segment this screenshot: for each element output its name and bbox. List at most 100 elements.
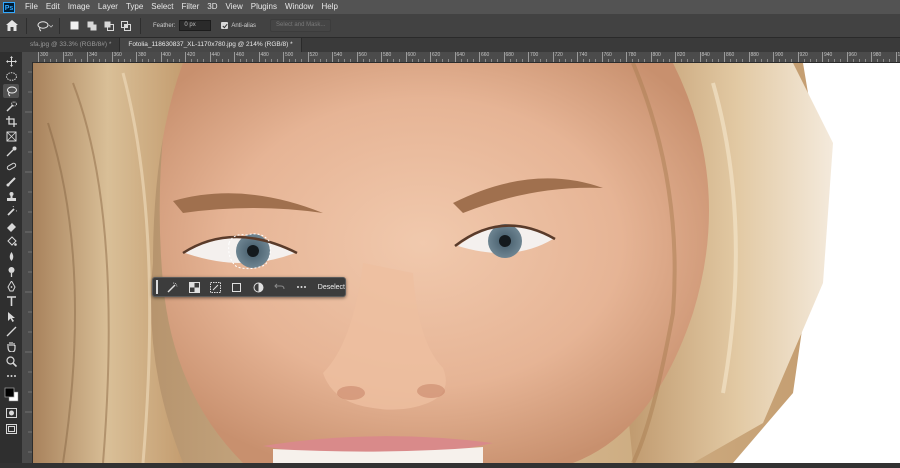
add-to-selection-icon[interactable]: [86, 20, 97, 31]
quick-selection-tool-icon[interactable]: [3, 99, 19, 113]
ruler-minor-tick: [767, 59, 768, 62]
blur-tool-icon[interactable]: [3, 249, 19, 263]
menu-help[interactable]: Help: [317, 0, 341, 14]
menu-type[interactable]: Type: [122, 0, 147, 14]
drag-handle[interactable]: [156, 280, 158, 294]
more-tools-icon[interactable]: [3, 369, 19, 383]
menu-file[interactable]: File: [21, 0, 42, 14]
menu-select[interactable]: Select: [147, 0, 177, 14]
photoshop-logo: Ps: [3, 2, 15, 13]
crop-tool-icon[interactable]: [3, 114, 19, 128]
ruler-minor-tick: [828, 59, 829, 62]
menu-layer[interactable]: Layer: [94, 0, 122, 14]
intersect-selection-icon[interactable]: [120, 20, 131, 31]
clone-stamp-tool-icon[interactable]: [3, 189, 19, 203]
new-selection-icon[interactable]: [69, 20, 80, 31]
pen-tool-icon[interactable]: [3, 279, 19, 293]
menu-filter[interactable]: Filter: [178, 0, 204, 14]
ruler-minor-tick: [289, 59, 290, 62]
ruler-minor-tick: [326, 59, 327, 62]
deselect-button[interactable]: Deselect: [318, 284, 345, 291]
divider: [26, 18, 27, 34]
ruler-tick: [700, 52, 701, 62]
ruler-minor-tick: [816, 59, 817, 62]
ruler-minor-tick: [418, 59, 419, 62]
menu-3d[interactable]: 3D: [203, 0, 221, 14]
ruler-tick-label: 720: [555, 52, 563, 58]
feather-input[interactable]: 0 px: [179, 20, 211, 31]
ruler-minor-tick: [424, 59, 425, 62]
frame-tool-icon[interactable]: [3, 129, 19, 143]
tab-fotolia[interactable]: Fotolia_118630837_XL-1170x780.jpg @ 214%…: [120, 38, 301, 52]
antialias-checkbox[interactable]: [221, 22, 228, 29]
spot-healing-tool-icon[interactable]: [3, 159, 19, 173]
marquee-tool-icon[interactable]: [3, 69, 19, 83]
undo-icon[interactable]: [273, 280, 286, 294]
quick-mask-icon[interactable]: [3, 406, 19, 420]
ruler-tick-label: 860: [726, 52, 734, 58]
contextual-task-bar: Deselect: [152, 277, 346, 297]
ruler-minor-tick: [534, 59, 535, 62]
zoom-tool-icon[interactable]: [3, 354, 19, 368]
history-brush-tool-icon[interactable]: [3, 204, 19, 218]
tab-sfa[interactable]: sfa.jpg @ 33.3% (RGB/8#) *: [22, 38, 120, 52]
fill-adjustment-icon[interactable]: [252, 280, 265, 294]
home-icon[interactable]: [4, 18, 20, 34]
ruler-minor-tick: [222, 59, 223, 62]
ruler-tick-label: 640: [457, 52, 465, 58]
ruler-minor-tick: [736, 59, 737, 62]
transform-selection-icon[interactable]: [230, 280, 243, 294]
invert-selection-icon[interactable]: [209, 280, 222, 294]
eyedropper-tool-icon[interactable]: [3, 144, 19, 158]
type-tool-icon[interactable]: [3, 294, 19, 308]
ruler-tick: [308, 52, 309, 62]
menu-image[interactable]: Image: [64, 0, 94, 14]
menu-plugins[interactable]: Plugins: [247, 0, 281, 14]
menu-window[interactable]: Window: [281, 0, 317, 14]
modify-selection-brush-icon[interactable]: [166, 280, 179, 294]
more-options-icon[interactable]: [294, 280, 307, 294]
dodge-tool-icon[interactable]: [3, 264, 19, 278]
ruler-tick-label: 620: [432, 52, 440, 58]
horizontal-ruler[interactable]: 3003203403603804004204404604805005205405…: [36, 52, 900, 63]
eraser-tool-icon[interactable]: [3, 219, 19, 233]
ruler-tick: [504, 52, 505, 62]
path-selection-tool-icon[interactable]: [3, 309, 19, 323]
ruler-minor-tick: [142, 59, 143, 62]
ruler-tick: [847, 52, 848, 62]
antialias-label: Anti-alias: [231, 23, 256, 29]
menu-edit[interactable]: Edit: [42, 0, 64, 14]
ruler-minor-tick: [693, 59, 694, 62]
ruler-minor-tick: [301, 59, 302, 62]
select-and-mask-button[interactable]: Select and Mask...: [270, 19, 331, 32]
vertical-ruler[interactable]: [22, 62, 33, 463]
ruler-minor-tick: [277, 59, 278, 62]
subtract-from-selection-icon[interactable]: [103, 20, 114, 31]
move-tool-icon[interactable]: [3, 54, 19, 68]
ruler-minor-tick: [399, 59, 400, 62]
screen-mode-icon[interactable]: [3, 422, 19, 436]
toolbar-header: [0, 38, 22, 52]
ruler-tick: [602, 52, 603, 62]
lasso-tool-icon[interactable]: [3, 84, 19, 98]
ruler-tick-label: 520: [310, 52, 318, 58]
paint-bucket-tool-icon[interactable]: [3, 234, 19, 248]
ruler-tick: [724, 52, 725, 62]
ruler-tick: [430, 52, 431, 62]
ruler-minor-tick: [804, 59, 805, 62]
ruler-tick: [675, 52, 676, 62]
select-and-mask-icon[interactable]: [187, 280, 200, 294]
ruler-minor-tick: [295, 59, 296, 62]
menu-view[interactable]: View: [222, 0, 247, 14]
ruler-minor-tick: [491, 59, 492, 62]
lasso-preset-icon[interactable]: [37, 18, 53, 34]
line-tool-icon[interactable]: [3, 324, 19, 338]
ruler-minor-tick: [216, 59, 217, 62]
document-canvas[interactable]: [33, 63, 900, 463]
hand-tool-icon[interactable]: [3, 339, 19, 353]
ruler-tick: [136, 52, 137, 62]
ruler-minor-tick: [883, 59, 884, 62]
color-swatches[interactable]: [3, 384, 21, 404]
ruler-minor-tick: [387, 59, 388, 62]
brush-tool-icon[interactable]: [3, 174, 19, 188]
